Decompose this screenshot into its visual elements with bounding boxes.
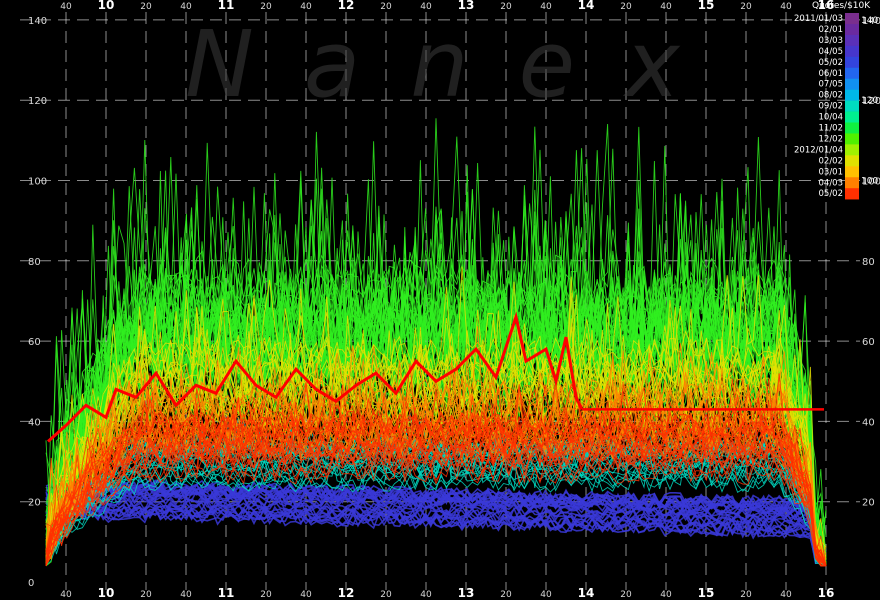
legend-color-swatch (845, 67, 859, 79)
x-tick-label: 40 (60, 590, 72, 600)
legend-entry: 08/02 (819, 91, 844, 101)
legend-entry: 2011/01/03 (794, 14, 843, 24)
x-tick-label: 15 (698, 586, 715, 600)
x-tick-label: 20 (140, 590, 152, 600)
legend-color-swatch (845, 166, 859, 178)
legend-entry: 03/03 (819, 36, 844, 46)
legend-entry: 04/03 (819, 178, 844, 188)
legend-entry: 03/01 (819, 167, 844, 177)
colorbar-tick-label: 120 (861, 96, 878, 106)
legend-title: Quotes/$10K (812, 1, 871, 11)
x-tick-label: 16 (818, 586, 835, 600)
right-y-tick-label: 80 (862, 257, 875, 268)
x-tick-label: 11 (218, 0, 235, 12)
x-tick-label: 10 (98, 586, 115, 600)
legend-entry: 02/02 (819, 156, 844, 166)
legend-entry: 05/02 (819, 58, 844, 68)
y-tick-label: 100 (28, 177, 47, 188)
legend-color-swatch (845, 45, 859, 58)
x-tick-label: 20 (260, 590, 272, 600)
colorbar-tick-label: 140 (861, 16, 878, 26)
x-tick-label: 40 (780, 590, 792, 600)
y-tick-label: 60 (28, 337, 41, 348)
right-y-tick-label: 20 (862, 498, 875, 509)
x-tick-label: 40 (540, 590, 552, 600)
x-tick-label: 40 (660, 590, 672, 600)
x-tick-label: 20 (620, 590, 632, 600)
x-tick-label: 11 (218, 586, 235, 600)
legend-entry: 05/02 (819, 189, 844, 199)
legend-entry: 07/05 (819, 80, 844, 90)
x-tick-label: 15 (698, 0, 715, 12)
legend-color-swatch (845, 122, 859, 134)
x-tick-label: 20 (620, 2, 632, 12)
right-y-tick-label: 40 (862, 417, 875, 428)
legend-entry: 04/05 (819, 47, 844, 57)
legend-color-swatch (845, 111, 859, 123)
right-y-tick-label: 60 (862, 337, 875, 348)
legend-color-swatch (845, 188, 859, 200)
x-tick-label: 20 (500, 590, 512, 600)
watermark-text: Nanex (185, 11, 730, 118)
y-tick-label: 20 (28, 498, 41, 509)
x-tick-label: 20 (380, 590, 392, 600)
x-tick-label: 40 (300, 590, 312, 600)
x-tick-label: 12 (338, 0, 355, 12)
x-tick-label: 40 (420, 2, 432, 12)
legend-color-swatch (845, 34, 859, 47)
legend-color-swatch (845, 144, 859, 156)
x-tick-label: 10 (98, 0, 115, 12)
x-tick-label: 40 (180, 590, 192, 600)
legend-entry: 10/04 (819, 113, 844, 123)
x-tick-label: 20 (380, 2, 392, 12)
x-tick-label: 14 (578, 0, 595, 12)
x-tick-label: 13 (458, 586, 475, 600)
x-tick-label: 40 (660, 2, 672, 12)
legend-entry: 02/01 (819, 25, 844, 35)
legend-color-swatch (845, 133, 859, 145)
legend-entry: 12/02 (819, 134, 844, 144)
x-tick-label: 40 (300, 2, 312, 12)
x-tick-label: 20 (140, 2, 152, 12)
chart: Nanex 40 40 10 10 20 20 40 40 11 11 20 20 40 40 12 12 20… (0, 0, 880, 600)
x-tick-label: 40 (180, 2, 192, 12)
x-tick-label: 40 (60, 2, 72, 12)
legend-color-swatch (845, 23, 859, 36)
legend-color-swatch (845, 100, 859, 112)
legend-color-swatch (845, 78, 859, 90)
x-tick-label: 12 (338, 586, 355, 600)
legend-entry: 2012/01/04 (794, 145, 843, 155)
legend-color-swatch (845, 13, 859, 25)
x-tick-label: 20 (740, 2, 752, 12)
x-tick-label: 40 (540, 2, 552, 12)
legend-color-swatch (845, 56, 859, 69)
legend-entry: 06/01 (819, 69, 844, 79)
x-tick-label: 20 (740, 590, 752, 600)
y-tick-label: 40 (28, 417, 41, 428)
legend-color-swatch (845, 177, 859, 189)
y-tick-label: 140 (28, 16, 47, 27)
y-tick-label: 0 (28, 578, 34, 589)
x-tick-label: 20 (260, 2, 272, 12)
x-tick-label: 14 (578, 586, 595, 600)
legend-color-swatch (845, 89, 859, 101)
legend-color-swatch (845, 155, 859, 167)
x-tick-label: 40 (420, 590, 432, 600)
colorbar-tick-label: 100 (861, 177, 878, 187)
legend-entry: 11/02 (819, 124, 844, 134)
x-tick-label: 20 (500, 2, 512, 12)
x-tick-label: 40 (780, 2, 792, 12)
legend-entry: 09/02 (819, 102, 844, 112)
x-tick-label: 13 (458, 0, 475, 12)
y-tick-label: 80 (28, 257, 41, 268)
y-tick-label: 120 (28, 96, 47, 107)
